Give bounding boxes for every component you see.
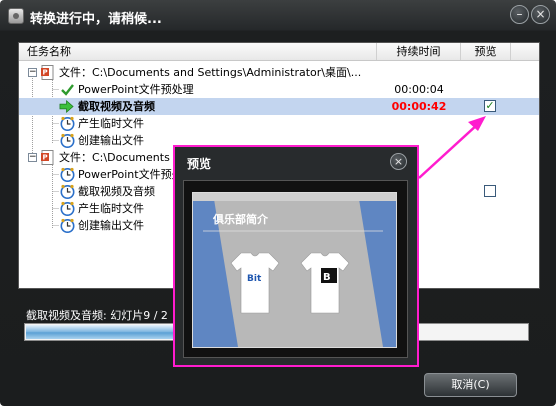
window-title: 转换进行中，请稍候...: [30, 12, 162, 27]
column-header-preview[interactable]: 预览: [461, 43, 511, 60]
shirt-left-logo: Bit: [247, 274, 262, 284]
task-row[interactable]: PowerPoint文件预处理 00:00:04: [19, 81, 539, 98]
collapse-toggle[interactable]: −: [28, 68, 37, 77]
collapse-toggle[interactable]: −: [28, 153, 37, 162]
file-label: 文件：C:\Documents a: [59, 151, 181, 164]
cancel-button[interactable]: 取消(C): [424, 373, 517, 397]
svg-text:P: P: [43, 69, 48, 77]
slide-graphic: Bit B 俱乐部简介: [193, 193, 396, 347]
task-duration: 00:00:42: [391, 100, 447, 113]
close-button[interactable]: ×: [531, 5, 550, 24]
preview-checkbox[interactable]: [484, 185, 496, 197]
minimize-button[interactable]: –: [510, 5, 529, 24]
task-label: 创建输出文件: [78, 134, 144, 147]
svg-text:P: P: [43, 154, 48, 162]
clock-icon: [60, 218, 75, 233]
clock-icon: [60, 116, 75, 131]
arrow-right-icon: [59, 100, 74, 113]
checkmark-icon: [61, 84, 74, 96]
shirt-right-logo: B: [323, 272, 331, 283]
task-label: PowerPoint文件预处: [78, 168, 183, 181]
powerpoint-file-icon: P: [41, 65, 54, 80]
task-label: PowerPoint文件预处理: [78, 83, 194, 96]
task-label: 产生临时文件: [78, 117, 144, 130]
preview-title: 预览: [187, 157, 212, 171]
clock-icon: [60, 167, 75, 182]
file-row[interactable]: − P 文件：C:\Documents and Settings\Adminis…: [19, 64, 539, 81]
conversion-dialog: 转换进行中，请稍候... – × 任务名称 持续时间 预览 − P 文件：C:\…: [0, 0, 556, 406]
preview-close-button[interactable]: ×: [390, 153, 407, 170]
powerpoint-file-icon: P: [41, 150, 54, 165]
preview-checkbox[interactable]: ✓: [484, 100, 496, 112]
task-label: 产生临时文件: [78, 202, 144, 215]
preview-window[interactable]: 预览 × Bit B 俱乐部简介: [173, 145, 419, 367]
app-icon: [8, 8, 24, 24]
task-label: 截取视频及音频: [78, 100, 155, 113]
task-duration: 00:00:04: [394, 83, 444, 96]
task-label: 创建输出文件: [78, 219, 144, 232]
column-header-duration[interactable]: 持续时间: [377, 43, 461, 60]
task-row-selected[interactable]: 截取视频及音频 00:00:42 ✓: [19, 98, 539, 115]
clock-icon: [60, 184, 75, 199]
task-label: 截取视频及音频: [78, 185, 155, 198]
file-label: 文件：C:\Documents and Settings\Administrat…: [59, 66, 362, 79]
status-text: 截取视频及音频: 幻灯片9 / 2: [26, 309, 168, 322]
title-bar[interactable]: 转换进行中，请稍候... – ×: [0, 0, 556, 32]
slide-heading: 俱乐部简介: [212, 212, 269, 226]
clock-icon: [60, 201, 75, 216]
task-row[interactable]: 产生临时文件: [19, 115, 539, 132]
slide-preview: Bit B 俱乐部简介: [192, 192, 397, 348]
clock-icon: [60, 133, 75, 148]
progress-fill: [26, 325, 176, 339]
